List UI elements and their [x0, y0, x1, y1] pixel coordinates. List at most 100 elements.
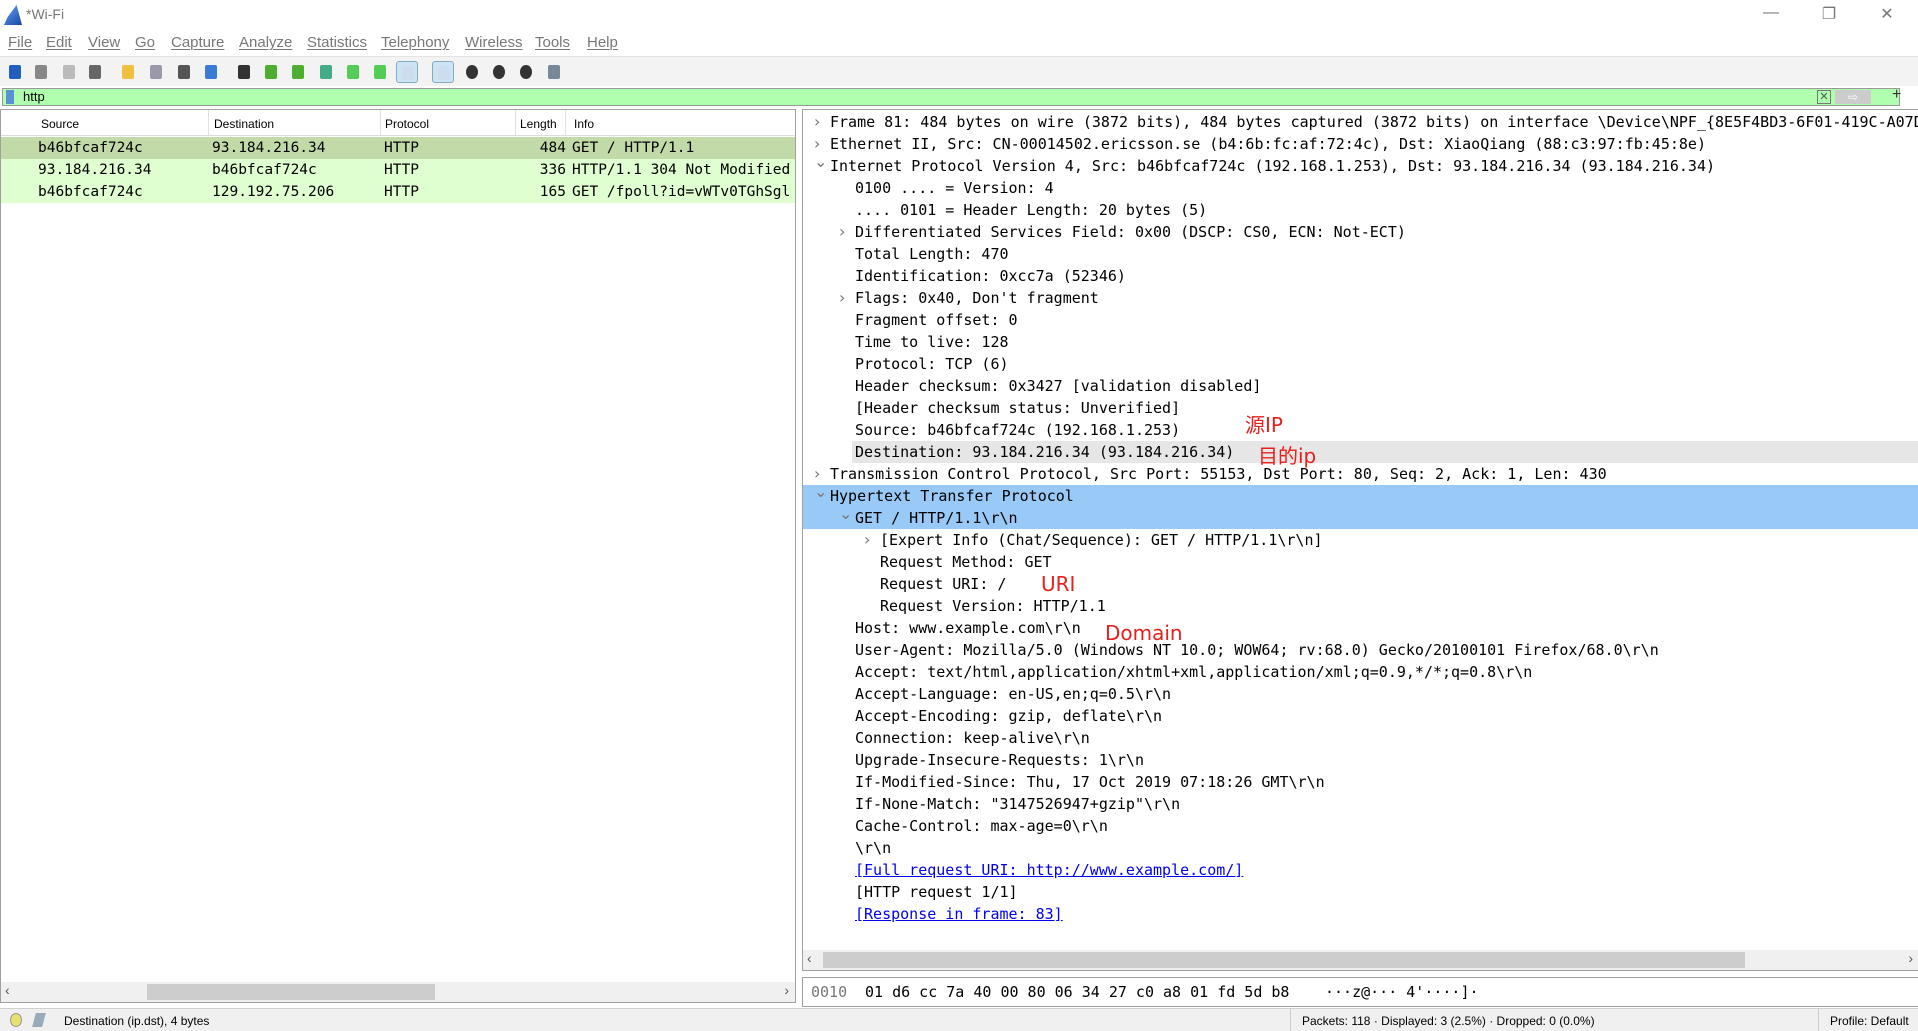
hex-ascii[interactable]: ···z@··· 4'····]· — [1325, 978, 1479, 1006]
colorize-icon[interactable] — [432, 61, 454, 83]
detail-link[interactable]: [Full request URI: http://www.example.co… — [855, 859, 1243, 881]
chevron-right-icon[interactable]: › — [839, 221, 845, 243]
menu-help[interactable]: Help — [587, 34, 618, 51]
detail-tree-item[interactable]: Request Method: GET — [803, 551, 1918, 573]
menu-tools[interactable]: Tools — [535, 34, 570, 51]
detail-tree-item[interactable]: Fragment offset: 0 — [803, 309, 1918, 331]
go-forward-icon[interactable] — [287, 61, 309, 83]
detail-tree-item[interactable]: [Full request URI: http://www.example.co… — [803, 859, 1918, 881]
restore-button[interactable]: ❐ — [1814, 4, 1844, 24]
minimize-button[interactable]: — — [1756, 4, 1786, 22]
close-button[interactable]: ✕ — [1872, 4, 1902, 24]
column-source[interactable]: Source — [41, 117, 79, 131]
column-length[interactable]: Length — [520, 117, 557, 131]
detail-tree-item[interactable]: [Response in frame: 83] — [803, 903, 1918, 925]
detail-tree-item[interactable]: Accept-Language: en-US,en;q=0.5\r\n — [803, 683, 1918, 705]
menu-telephony[interactable]: Telephony — [381, 34, 449, 51]
detail-tree-item[interactable]: If-Modified-Since: Thu, 17 Oct 2019 07:1… — [803, 771, 1918, 793]
chevron-right-icon[interactable]: › — [814, 111, 820, 133]
detail-tree-item[interactable]: Accept-Encoding: gzip, deflate\r\n — [803, 705, 1918, 727]
resize-columns-icon[interactable] — [543, 61, 565, 83]
detail-tree-item[interactable]: Host: www.example.com\r\n — [803, 617, 1918, 639]
chevron-down-icon[interactable]: ⌄ — [839, 503, 852, 525]
detail-tree-item[interactable]: Request Version: HTTP/1.1 — [803, 595, 1918, 617]
packet-row[interactable]: 93.184.216.34 b46bfcaf724c HTTP 336 HTTP/1.1… — [1, 159, 795, 181]
display-filter-input[interactable]: http — [23, 89, 45, 104]
clear-filter-button[interactable]: ✕ — [1817, 90, 1831, 104]
detail-tree-item[interactable]: .... 0101 = Header Length: 20 bytes (5) — [803, 199, 1918, 221]
detail-tree-item[interactable]: Request URI: / — [803, 573, 1918, 595]
save-file-icon[interactable] — [145, 61, 167, 83]
column-info[interactable]: Info — [574, 117, 594, 131]
packet-list-horizontal-scrollbar[interactable]: ‹ › — [1, 982, 795, 1002]
reload-file-icon[interactable] — [200, 61, 222, 83]
detail-tree-item[interactable]: › Frame 81: 484 bytes on wire (3872 bits)… — [803, 111, 1918, 133]
start-capture-icon[interactable] — [4, 61, 26, 83]
menu-analyze[interactable]: Analyze — [239, 34, 292, 51]
edit-comment-icon[interactable] — [32, 1013, 46, 1027]
auto-scroll-icon[interactable] — [396, 61, 418, 83]
detail-tree-item[interactable]: User-Agent: Mozilla/5.0 (Windows NT 10.0… — [803, 639, 1918, 661]
detail-tree-item[interactable]: › [Expert Info (Chat/Sequence): GET / HTT… — [803, 529, 1918, 551]
chevron-right-icon[interactable]: › — [839, 287, 845, 309]
restart-capture-icon[interactable] — [58, 61, 80, 83]
menu-go[interactable]: Go — [135, 34, 155, 51]
detail-tree-item[interactable]: Upgrade-Insecure-Requests: 1\r\n — [803, 749, 1918, 771]
menu-capture[interactable]: Capture — [171, 34, 224, 51]
close-file-icon[interactable] — [173, 61, 195, 83]
detail-tree-item[interactable]: › Differentiated Services Field: 0x00 (DS… — [803, 221, 1918, 243]
detail-tree-item[interactable]: Protocol: TCP (6) — [803, 353, 1918, 375]
detail-tree-item[interactable]: ⌄ GET / HTTP/1.1\r\n — [803, 504, 1918, 529]
bookmark-icon[interactable] — [6, 90, 14, 104]
zoom-out-icon[interactable] — [488, 61, 510, 83]
menu-statistics[interactable]: Statistics — [307, 34, 367, 51]
detail-tree-item[interactable]: Total Length: 470 — [803, 243, 1918, 265]
menu-edit[interactable]: Edit — [46, 34, 72, 51]
column-protocol[interactable]: Protocol — [385, 117, 429, 131]
stop-capture-icon[interactable] — [30, 61, 52, 83]
display-filter-bar[interactable]: http ✕ ⇨ — [2, 88, 1900, 106]
zoom-in-icon[interactable] — [461, 61, 483, 83]
status-profile[interactable]: Profile: Default — [1830, 1014, 1909, 1028]
capture-options-icon[interactable] — [84, 61, 106, 83]
detail-tree-item[interactable]: › Flags: 0x40, Don't fragment — [803, 287, 1918, 309]
detail-tree-item[interactable]: Source: b46bfcaf724c (192.168.1.253) — [803, 419, 1918, 441]
hex-bytes[interactable]: 01 d6 cc 7a 40 00 80 06 34 27 c0 a8 01 f… — [865, 978, 1289, 1006]
last-packet-icon[interactable] — [369, 61, 391, 83]
detail-tree-item[interactable]: If-None-Match: "3147526947+gzip"\r\n — [803, 793, 1918, 815]
go-to-packet-icon[interactable] — [315, 61, 337, 83]
apply-filter-button[interactable]: ⇨ — [1835, 90, 1871, 104]
open-file-icon[interactable] — [117, 61, 139, 83]
detail-tree-item[interactable]: Identification: 0xcc7a (52346) — [803, 265, 1918, 287]
detail-tree-item[interactable]: › Ethernet II, Src: CN-00014502.ericsson.… — [803, 133, 1918, 155]
detail-tree-item[interactable]: Connection: keep-alive\r\n — [803, 727, 1918, 749]
menu-view[interactable]: View — [88, 34, 120, 51]
detail-tree-item[interactable]: [Header checksum status: Unverified] — [803, 397, 1918, 419]
menu-wireless[interactable]: Wireless — [465, 34, 523, 51]
detail-tree-item[interactable]: › Transmission Control Protocol, Src Port… — [803, 463, 1918, 485]
detail-tree-item[interactable]: Time to live: 128 — [803, 331, 1918, 353]
chevron-down-icon[interactable]: ⌄ — [814, 481, 827, 503]
detail-tree-item[interactable]: ⌄ Internet Protocol Version 4, Src: b46bf… — [803, 152, 1918, 177]
packet-row[interactable]: b46bfcaf724c 129.192.75.206 HTTP 165 GET /fp… — [1, 181, 795, 203]
details-horizontal-scrollbar[interactable]: ‹ › — [803, 950, 1918, 970]
chevron-down-icon[interactable]: ⌄ — [814, 151, 827, 173]
expert-info-icon[interactable] — [10, 1013, 22, 1027]
menu-file[interactable]: File — [8, 34, 32, 51]
detail-tree-item[interactable]: \r\n — [803, 837, 1918, 859]
column-destination[interactable]: Destination — [214, 117, 274, 131]
add-filter-button[interactable]: + — [1892, 86, 1901, 104]
detail-tree-item[interactable]: Header checksum: 0x3427 [validation disa… — [803, 375, 1918, 397]
first-packet-icon[interactable] — [342, 61, 364, 83]
chevron-right-icon[interactable]: › — [864, 529, 870, 551]
detail-link[interactable]: [Response in frame: 83] — [855, 903, 1063, 925]
detail-tree-item[interactable]: ⌄ Hypertext Transfer Protocol — [803, 482, 1918, 507]
detail-tree-item[interactable]: Cache-Control: max-age=0\r\n — [803, 815, 1918, 837]
go-back-icon[interactable] — [260, 61, 282, 83]
detail-tree-item[interactable]: 0100 .... = Version: 4 — [803, 177, 1918, 199]
detail-tree-item[interactable]: [HTTP request 1/1] — [803, 881, 1918, 903]
find-packet-icon[interactable] — [233, 61, 255, 83]
detail-tree-item[interactable]: Destination: 93.184.216.34 (93.184.216.3… — [852, 441, 1918, 463]
normal-size-icon[interactable] — [515, 61, 537, 83]
detail-tree-item[interactable]: Accept: text/html,application/xhtml+xml,… — [803, 661, 1918, 683]
